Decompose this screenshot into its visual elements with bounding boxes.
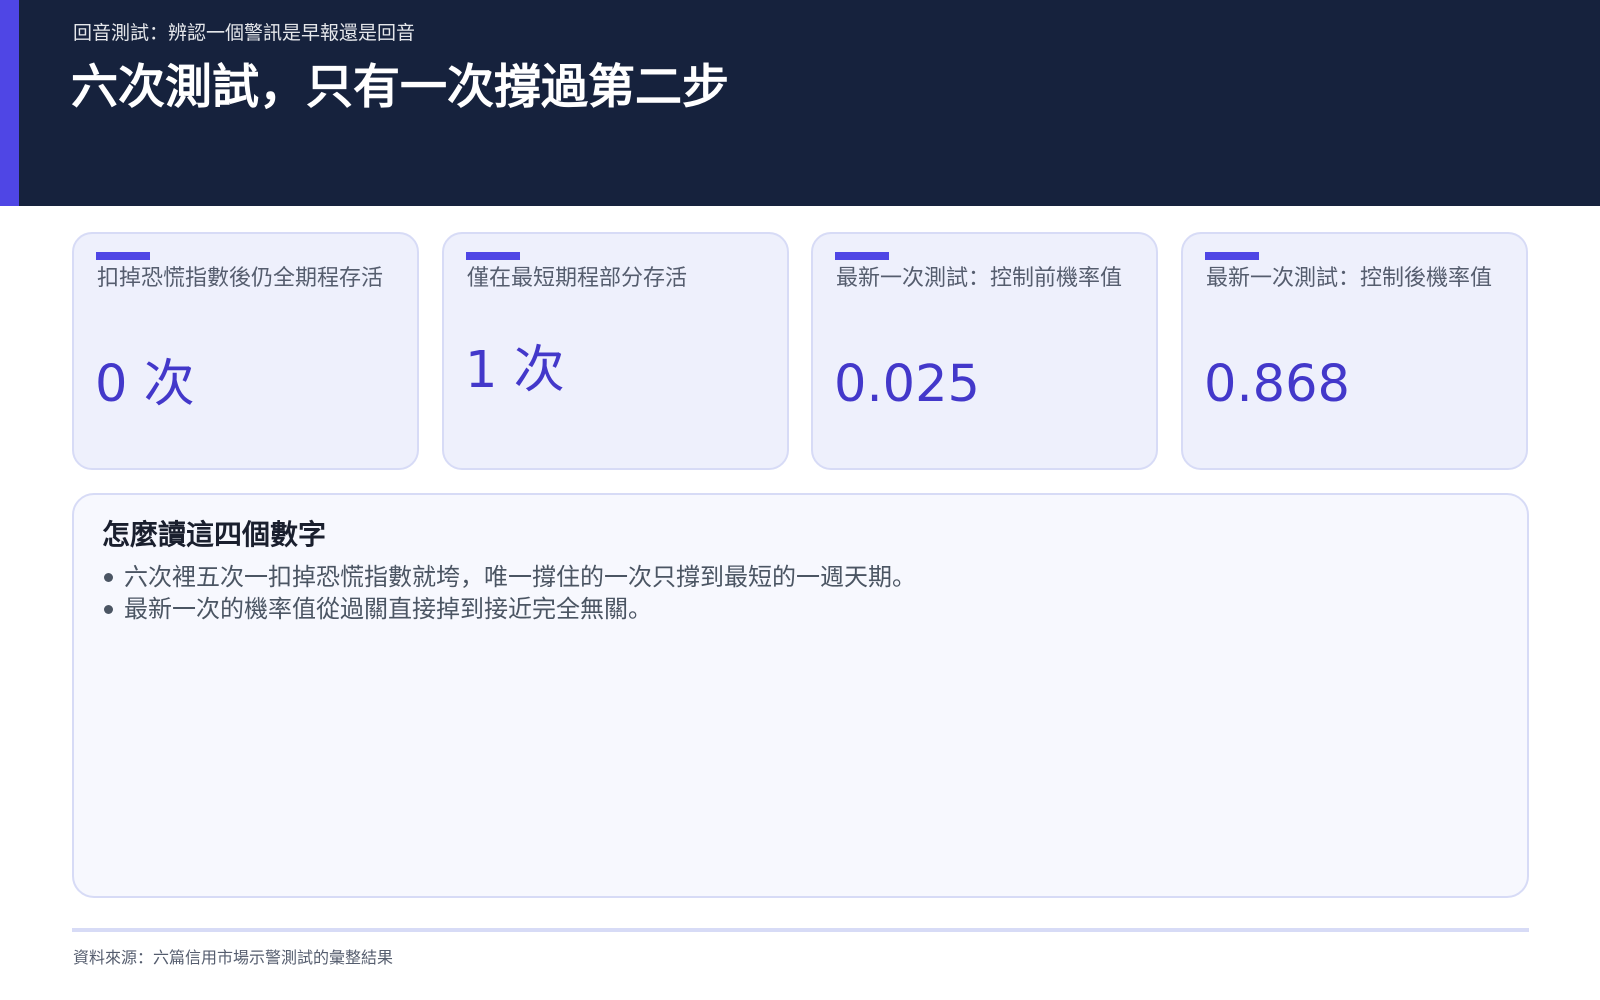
header-banner: 回音測試：辨認一個警訊是早報還是回音 六次測試，只有一次撐過第二步	[0, 0, 1600, 206]
notes-list-item: 最新一次的機率值從過關直接掉到接近完全無關。	[102, 593, 916, 625]
notes-list: 六次裡五次一扣掉恐慌指數就垮，唯一撐住的一次只撐到最短的一週天期。 最新一次的機…	[102, 561, 916, 625]
stat-card-full-survival: 扣掉恐慌指數後仍全期程存活 0 次	[72, 232, 419, 470]
card-accent-bar	[96, 252, 150, 260]
stat-card-partial-survival: 僅在最短期程部分存活 1 次	[442, 232, 789, 470]
stat-card-p-after: 最新一次測試：控制後機率值 0.868	[1181, 232, 1528, 470]
notes-list-item: 六次裡五次一扣掉恐慌指數就垮，唯一撐住的一次只撐到最短的一週天期。	[102, 561, 916, 593]
stat-card-label: 最新一次測試：控制後機率值	[1206, 266, 1493, 291]
stat-card-label: 最新一次測試：控制前機率值	[836, 266, 1123, 291]
stat-card-label: 僅在最短期程部分存活	[467, 266, 688, 291]
stat-card-value: 0 次	[95, 355, 195, 414]
source-note: 資料來源：六篇信用市場示警測試的彙整結果	[73, 948, 394, 967]
page-title: 六次測試，只有一次撐過第二步	[71, 60, 729, 115]
stat-card-label: 扣掉恐慌指數後仍全期程存活	[97, 266, 384, 291]
card-accent-bar	[466, 252, 520, 260]
stat-card-value: 0.025	[834, 355, 981, 414]
header-accent-bar	[0, 0, 19, 206]
stat-card-value: 1 次	[465, 341, 565, 400]
stat-card-p-before: 最新一次測試：控制前機率值 0.025	[811, 232, 1158, 470]
notes-panel: 怎麼讀這四個數字 六次裡五次一扣掉恐慌指數就垮，唯一撐住的一次只撐到最短的一週天…	[72, 493, 1529, 898]
footer-divider	[72, 928, 1529, 932]
card-accent-bar	[835, 252, 889, 260]
header-kicker: 回音測試：辨認一個警訊是早報還是回音	[73, 22, 416, 44]
stat-card-value: 0.868	[1204, 355, 1351, 414]
card-accent-bar	[1205, 252, 1259, 260]
notes-title: 怎麼讀這四個數字	[102, 518, 327, 551]
